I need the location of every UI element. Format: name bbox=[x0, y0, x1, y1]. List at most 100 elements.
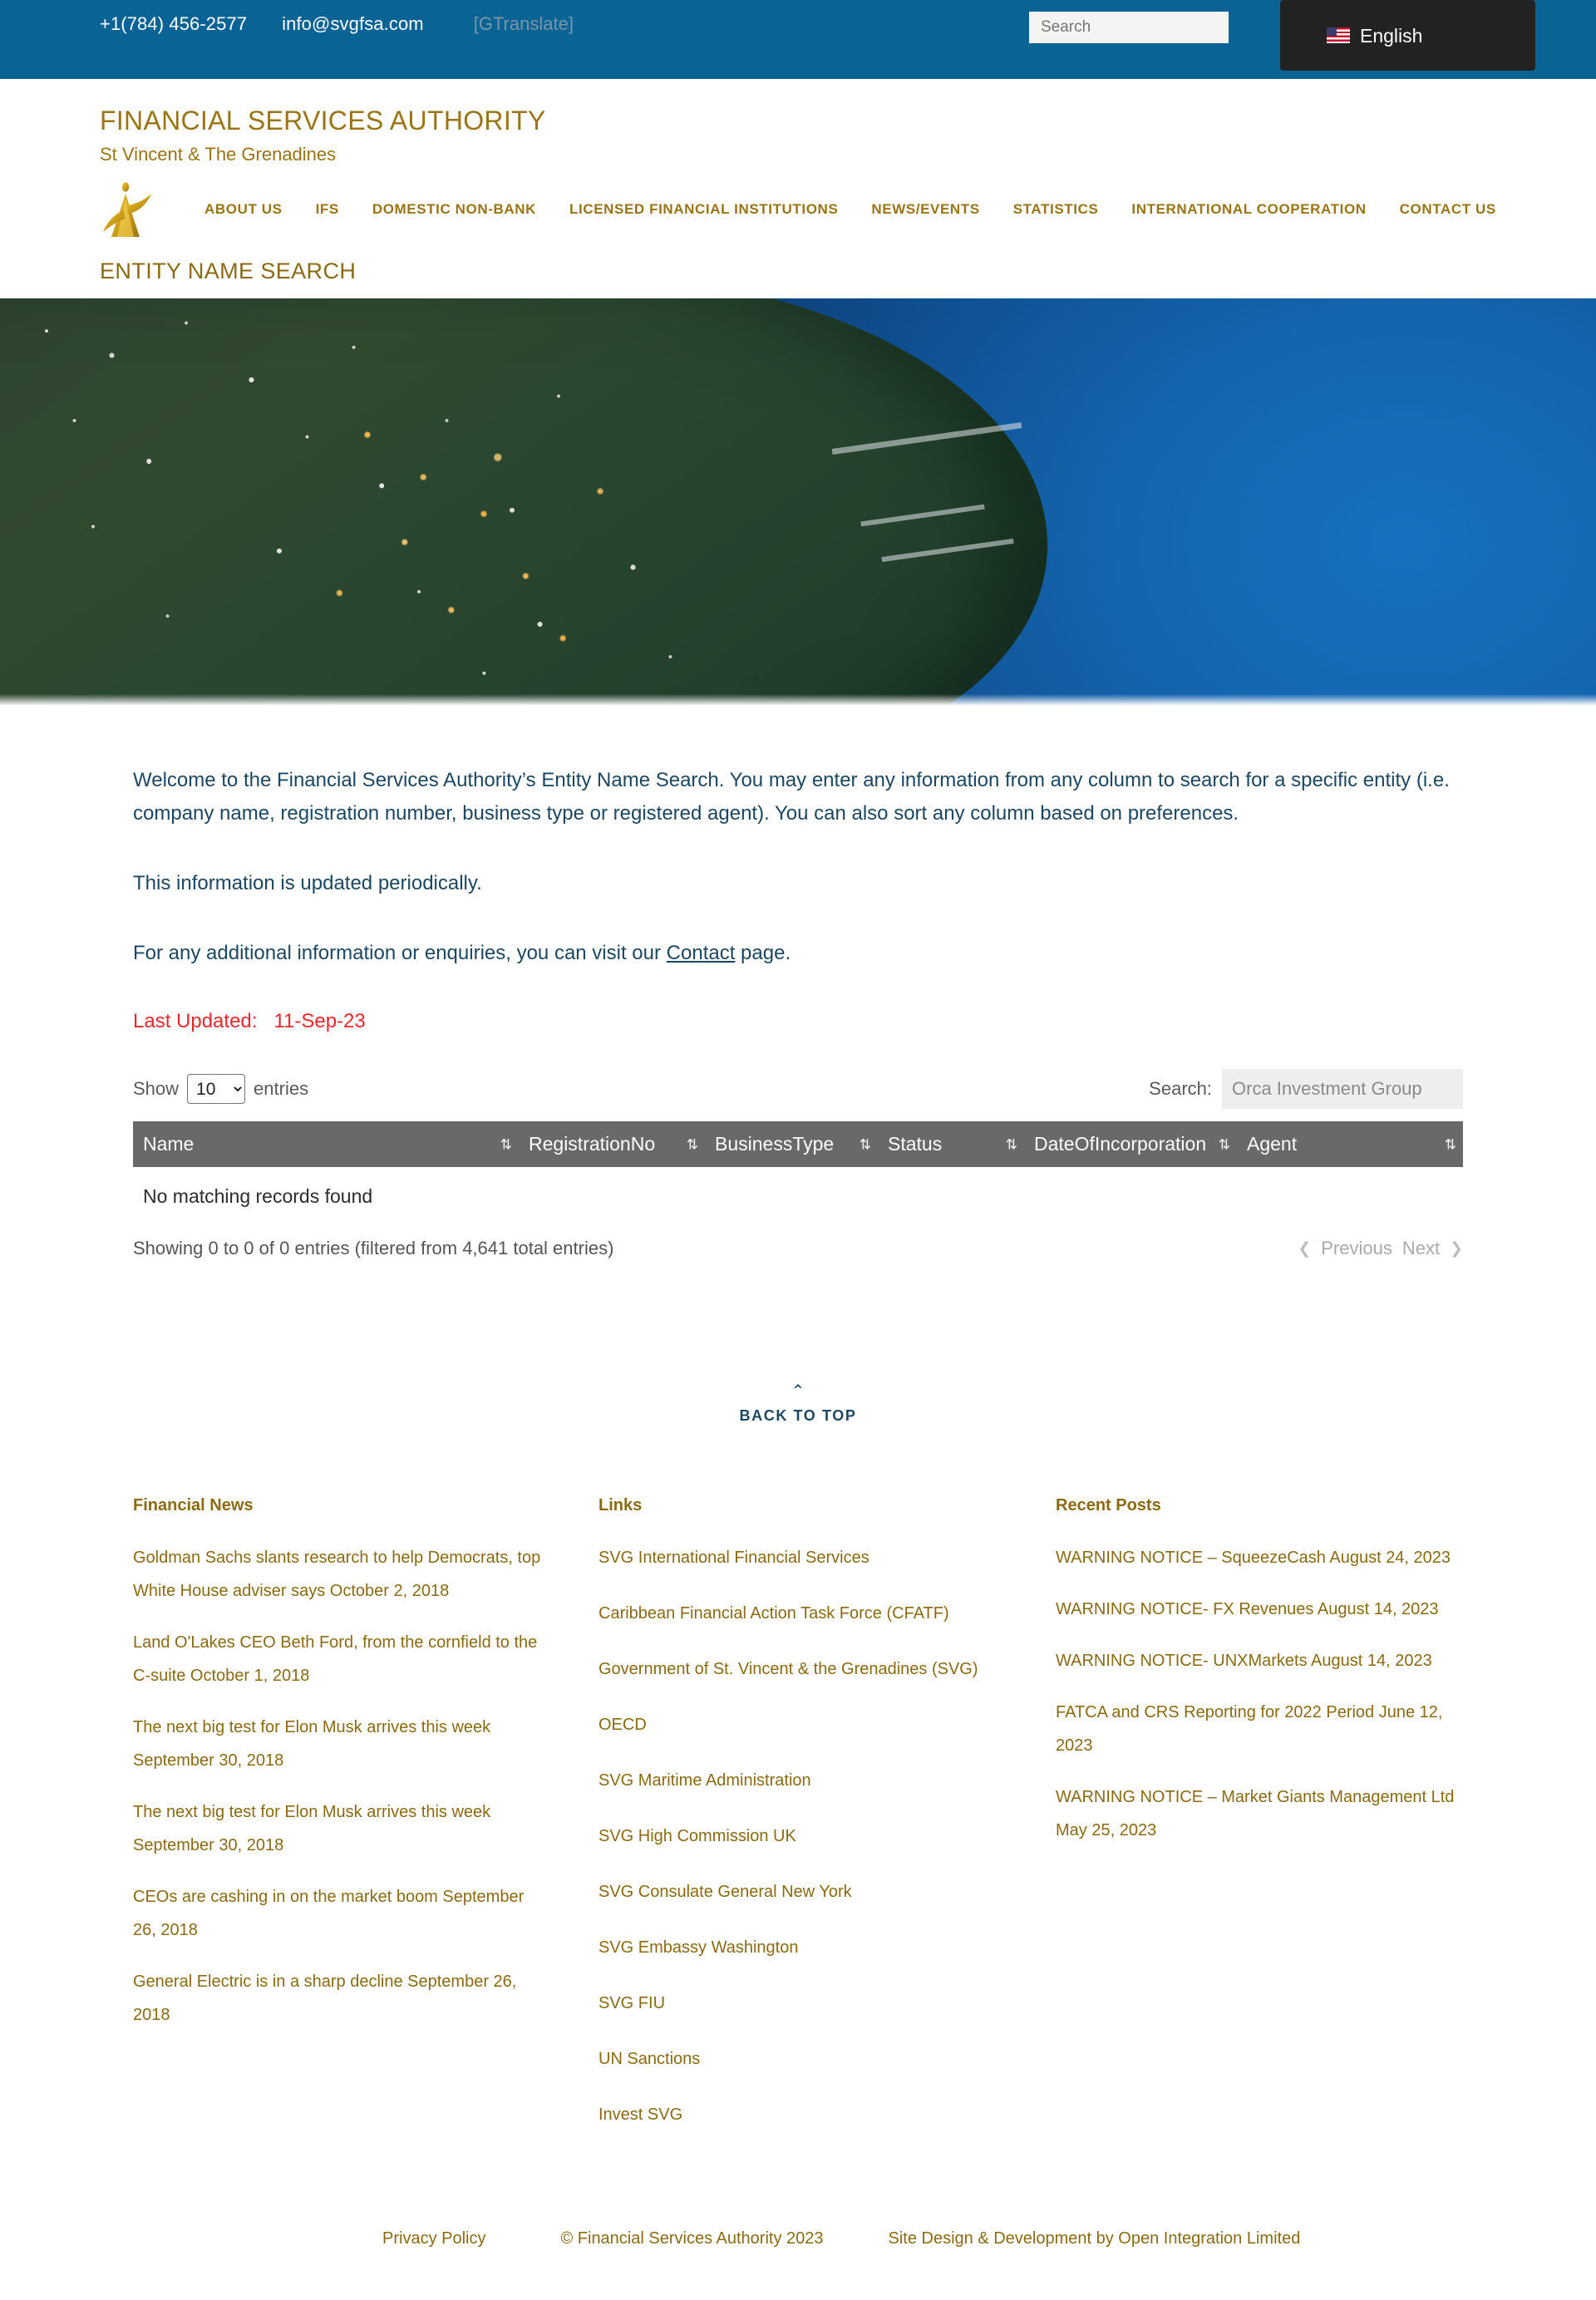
sort-updown-icon[interactable]: ⇅ bbox=[1006, 1137, 1017, 1151]
footer-link-item[interactable]: Caribbean Financial Action Task Force (C… bbox=[598, 1597, 1006, 1630]
site-search-input[interactable] bbox=[1029, 12, 1229, 43]
sort-updown-icon[interactable]: ⇅ bbox=[1445, 1137, 1456, 1151]
footer-bar: Privacy Policy © Financial Services Auth… bbox=[133, 2187, 1463, 2300]
last-updated-value: 11-Sep-23 bbox=[273, 1010, 366, 1032]
hero-bottom-fade bbox=[0, 694, 1596, 706]
column-header-businesstype-label: BusinessType bbox=[715, 1133, 835, 1155]
footer-news-item[interactable]: Land O'Lakes CEO Beth Ford, from the cor… bbox=[133, 1626, 549, 1692]
main-nav: ABOUT US IFS DOMESTIC NON-BANK LICENSED … bbox=[204, 201, 1513, 218]
sort-updown-icon[interactable]: ⇅ bbox=[860, 1137, 871, 1151]
footer-link-item[interactable]: Government of St. Vincent & the Grenadin… bbox=[598, 1652, 1006, 1686]
footer-link-item[interactable]: UN Sanctions bbox=[598, 2042, 1006, 2076]
us-flag-icon bbox=[1327, 27, 1350, 43]
footer-post-item[interactable]: FATCA and CRS Reporting for 2022 Period … bbox=[1056, 1696, 1463, 1762]
datatable-search-input[interactable] bbox=[1222, 1069, 1463, 1109]
site-credit-link[interactable]: Site Design & Development by Open Integr… bbox=[889, 2227, 1301, 2250]
back-to-top-link[interactable]: BACK TO TOP bbox=[740, 1407, 857, 1424]
datatable-search-label: Search: bbox=[1149, 1078, 1212, 1099]
footer-news-item[interactable]: CEOs are cashing in on the market boom S… bbox=[133, 1880, 549, 1947]
back-to-top[interactable]: ⌃ BACK TO TOP bbox=[133, 1383, 1463, 1446]
footer-column-financial-news: Financial News Goldman Sachs slants rese… bbox=[133, 1495, 598, 2154]
language-label: English bbox=[1360, 24, 1423, 47]
gtranslate-placeholder[interactable]: [GTranslate] bbox=[474, 12, 574, 37]
datatable-pagination: ❮ Previous Next ❯ bbox=[1298, 1238, 1463, 1259]
footer-link-item[interactable]: SVG High Commission UK bbox=[598, 1820, 1006, 1853]
footer-post-item[interactable]: WARNING NOTICE- UNXMarkets August 14, 20… bbox=[1056, 1644, 1463, 1677]
intro-paragraph: Welcome to the Financial Services Author… bbox=[133, 769, 1450, 825]
pagination-previous-button[interactable]: Previous bbox=[1321, 1238, 1392, 1259]
table-empty-row: No matching records found bbox=[133, 1167, 1463, 1226]
nav-item-domestic-non-bank[interactable]: DOMESTIC NON-BANK bbox=[356, 201, 553, 218]
footer-link-item[interactable]: SVG Embassy Washington bbox=[598, 1931, 1006, 1964]
datatable-search-control: Search: bbox=[1149, 1069, 1463, 1109]
chevron-left-icon: ❮ bbox=[1298, 1239, 1312, 1258]
nav-item-statistics[interactable]: STATISTICS bbox=[997, 201, 1116, 218]
email-link[interactable]: info@svgfsa.com bbox=[282, 12, 424, 37]
column-header-registrationno-label: RegistrationNo bbox=[529, 1133, 656, 1155]
footer-post-item[interactable]: WARNING NOTICE- FX Revenues August 14, 2… bbox=[1056, 1593, 1463, 1626]
contact-paragraph: For any additional information or enquir… bbox=[133, 937, 1463, 970]
last-updated-line: Last Updated: 11-Sep-23 bbox=[133, 1007, 1463, 1037]
hero-photo bbox=[0, 298, 1596, 706]
site-header: FINANCIAL SERVICES AUTHORITY St Vincent … bbox=[100, 79, 1496, 167]
footer-link-item[interactable]: SVG Maritime Administration bbox=[598, 1764, 1006, 1797]
show-label: Show bbox=[133, 1078, 180, 1099]
chevron-right-icon: ❯ bbox=[1450, 1239, 1463, 1258]
footer-link-item[interactable]: SVG Consulate General New York bbox=[598, 1875, 1006, 1908]
footer-news-item[interactable]: General Electric is in a sharp decline S… bbox=[133, 1965, 549, 2032]
contact-page-link[interactable]: Contact bbox=[667, 942, 736, 964]
footer-post-item[interactable]: WARNING NOTICE – Market Giants Managemen… bbox=[1056, 1780, 1463, 1847]
fsa-monument-logo-icon[interactable] bbox=[100, 180, 165, 239]
empty-message: No matching records found bbox=[143, 1185, 373, 1207]
footer-column-links: Links SVG International Financial Servic… bbox=[598, 1495, 1056, 2154]
footer-link-item[interactable]: OECD bbox=[598, 1708, 1006, 1741]
last-updated-label: Last Updated: bbox=[133, 1010, 258, 1032]
footer-widgets: Financial News Goldman Sachs slants rese… bbox=[133, 1446, 1463, 2187]
nav-item-licensed-financial-institutions[interactable]: LICENSED FINANCIAL INSTITUTIONS bbox=[553, 201, 855, 218]
column-header-name-label: Name bbox=[143, 1133, 195, 1155]
footer-column-recent-posts: Recent Posts WARNING NOTICE – SqueezeCas… bbox=[1056, 1495, 1463, 2154]
top-utility-bar: +1(784) 456-2577 info@svgfsa.com [GTrans… bbox=[0, 0, 1596, 79]
phone-link[interactable]: +1(784) 456-2577 bbox=[100, 12, 247, 37]
datatable-controls: Show 10 25 50 100 entries Search: bbox=[133, 1069, 1463, 1109]
language-selector[interactable]: English bbox=[1280, 0, 1535, 71]
footer-link-item[interactable]: SVG International Financial Services bbox=[598, 1541, 1006, 1574]
sort-updown-icon[interactable]: ⇅ bbox=[500, 1137, 512, 1151]
sort-updown-icon[interactable]: ⇅ bbox=[687, 1137, 698, 1151]
nav-item-contact-us[interactable]: CONTACT US bbox=[1383, 201, 1513, 218]
footer-links-title: Links bbox=[598, 1496, 643, 1514]
nav-item-international-cooperation[interactable]: INTERNATIONAL COOPERATION bbox=[1115, 201, 1382, 218]
update-note-paragraph: This information is updated periodically… bbox=[133, 872, 482, 894]
column-header-registrationno[interactable]: RegistrationNo ⇅ bbox=[519, 1121, 705, 1167]
main-content: Welcome to the Financial Services Author… bbox=[133, 706, 1463, 1446]
footer-link-item[interactable]: SVG FIU bbox=[598, 1987, 1006, 2020]
privacy-policy-link[interactable]: Privacy Policy bbox=[382, 2227, 485, 2250]
contact-prefix-text: For any additional information or enquir… bbox=[133, 942, 667, 964]
column-header-businesstype[interactable]: BusinessType ⇅ bbox=[705, 1121, 878, 1167]
datatable-info: Showing 0 to 0 of 0 entries (filtered fr… bbox=[133, 1238, 614, 1258]
datatable-footer: Showing 0 to 0 of 0 entries (filtered fr… bbox=[133, 1238, 1463, 1259]
sort-updown-icon[interactable]: ⇅ bbox=[1219, 1137, 1230, 1151]
nav-item-news-events[interactable]: NEWS/EVENTS bbox=[855, 201, 996, 218]
hero-banner-image bbox=[0, 298, 1596, 706]
main-navigation-row: ABOUT US IFS DOMESTIC NON-BANK LICENSED … bbox=[100, 175, 1496, 244]
page-title: ENTITY NAME SEARCH bbox=[100, 259, 357, 283]
page-length-select[interactable]: 10 25 50 100 bbox=[187, 1074, 246, 1104]
footer-news-item[interactable]: The next big test for Elon Musk arrives … bbox=[133, 1795, 549, 1862]
column-header-dateofincorporation[interactable]: DateOfIncorporation ⇅ bbox=[1024, 1121, 1237, 1167]
footer-posts-title: Recent Posts bbox=[1056, 1496, 1161, 1514]
pagination-next-button[interactable]: Next bbox=[1402, 1238, 1440, 1259]
footer-link-item[interactable]: Invest SVG bbox=[598, 2098, 1006, 2131]
column-header-name[interactable]: Name ⇅ bbox=[133, 1121, 519, 1167]
nav-item-ifs[interactable]: IFS bbox=[299, 201, 356, 218]
nav-item-about-us[interactable]: ABOUT US bbox=[204, 201, 299, 218]
table-header-row: Name ⇅ RegistrationNo ⇅ BusinessType ⇅ S… bbox=[133, 1121, 1463, 1167]
footer-news-item[interactable]: The next big test for Elon Musk arrives … bbox=[133, 1711, 549, 1777]
site-search-wrapper bbox=[1029, 12, 1229, 43]
table-body: No matching records found bbox=[133, 1167, 1463, 1226]
footer-post-item[interactable]: WARNING NOTICE – SqueezeCash August 24, … bbox=[1056, 1541, 1463, 1574]
footer-news-item[interactable]: Goldman Sachs slants research to help De… bbox=[133, 1541, 549, 1608]
column-header-status[interactable]: Status ⇅ bbox=[878, 1121, 1024, 1167]
column-header-agent-label: Agent bbox=[1247, 1133, 1298, 1155]
column-header-agent[interactable]: Agent ⇅ bbox=[1237, 1121, 1463, 1167]
